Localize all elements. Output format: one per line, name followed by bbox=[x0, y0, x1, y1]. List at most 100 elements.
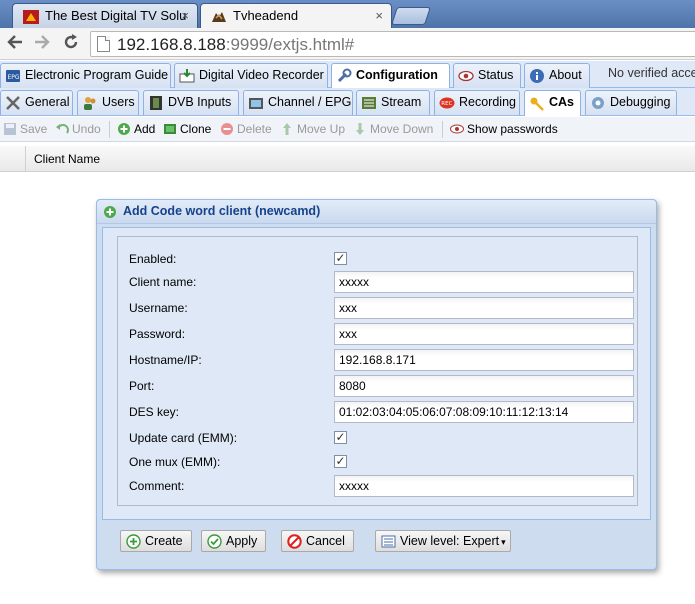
field-hostname: Hostname/IP: 192.168.8.171 bbox=[118, 349, 637, 373]
tab-stream[interactable]: Stream bbox=[356, 90, 430, 115]
field-label: DES key: bbox=[129, 405, 180, 419]
button-label: Create bbox=[145, 534, 183, 548]
button-label: Move Up bbox=[297, 122, 346, 136]
des-key-input[interactable]: 01:02:03:04:05:06:07:08:09:10:11:12:13:1… bbox=[334, 401, 634, 423]
clone-button[interactable]: Clone bbox=[163, 121, 211, 137]
field-label: Username: bbox=[129, 301, 188, 315]
eye-icon bbox=[450, 122, 464, 136]
add-button[interactable]: Add bbox=[117, 121, 155, 137]
tab-about[interactable]: About bbox=[524, 63, 590, 88]
field-label: Password: bbox=[129, 327, 186, 341]
config-subtabs: General Users DVB Inputs Channel / EPG S… bbox=[0, 88, 695, 116]
tv-icon bbox=[248, 95, 264, 111]
button-label: Move Down bbox=[370, 122, 434, 136]
main-tabs: EPG Electronic Program Guide Digital Vid… bbox=[0, 61, 695, 89]
view-level-dropdown[interactable]: View level: Expert ▾ bbox=[375, 530, 511, 552]
button-label: Undo bbox=[72, 122, 101, 136]
create-button[interactable]: Create bbox=[120, 530, 192, 552]
stream-icon bbox=[361, 95, 377, 111]
close-icon[interactable]: × bbox=[181, 5, 189, 27]
tab-recording[interactable]: REC Recording bbox=[434, 90, 520, 115]
enabled-checkbox[interactable]: ✓ bbox=[334, 252, 347, 265]
hostname-input[interactable]: 192.168.8.171 bbox=[334, 349, 634, 371]
update-card-checkbox[interactable]: ✓ bbox=[334, 431, 347, 444]
film-icon bbox=[148, 95, 164, 111]
add-icon bbox=[103, 205, 117, 219]
tab-label: Channel / EPG bbox=[268, 95, 352, 109]
cancel-button[interactable]: Cancel bbox=[281, 530, 354, 552]
field-port: Port: 8080 bbox=[118, 375, 637, 399]
apply-button[interactable]: Apply bbox=[201, 530, 267, 552]
address-bar[interactable]: 192.168.8.188:9999/extjs.html# bbox=[90, 31, 695, 57]
button-label: View level: Expert bbox=[400, 534, 500, 548]
page-icon bbox=[97, 36, 110, 52]
client-name-input[interactable]: xxxxx bbox=[334, 271, 634, 293]
tab-status[interactable]: Status bbox=[453, 63, 521, 88]
close-icon[interactable]: × bbox=[375, 5, 383, 27]
info-icon bbox=[529, 68, 545, 84]
back-icon[interactable] bbox=[4, 33, 26, 55]
chevron-down-icon: ▾ bbox=[501, 537, 506, 547]
add-client-dialog: Add Code word client (newcamd) Enabled: … bbox=[96, 199, 657, 570]
verified-access-text: No verified acce bbox=[608, 66, 695, 80]
wrench-icon bbox=[336, 68, 352, 84]
field-label: One mux (EMM): bbox=[129, 455, 221, 469]
eye-icon bbox=[458, 68, 474, 84]
field-label: Hostname/IP: bbox=[129, 353, 202, 367]
one-mux-checkbox[interactable]: ✓ bbox=[334, 455, 347, 468]
field-label: Update card (EMM): bbox=[129, 431, 238, 445]
users-icon bbox=[82, 95, 98, 111]
tvh-red-icon bbox=[23, 9, 39, 24]
tab-label: Users bbox=[102, 95, 135, 109]
browser-tab-title: Tvheadend bbox=[233, 8, 299, 23]
password-input[interactable]: xxx bbox=[334, 323, 634, 345]
undo-button[interactable]: Undo bbox=[55, 121, 101, 137]
tools-icon bbox=[5, 95, 21, 111]
row-number-header bbox=[0, 146, 26, 172]
tvheadend-icon bbox=[211, 9, 227, 23]
move-up-button[interactable]: Move Up bbox=[280, 121, 345, 137]
field-client-name: Client name: xxxxx bbox=[118, 271, 637, 295]
forward-icon[interactable] bbox=[31, 33, 53, 55]
toolbar-separator bbox=[109, 121, 110, 138]
show-passwords-button[interactable]: Show passwords bbox=[450, 121, 558, 137]
tab-label: Stream bbox=[381, 95, 422, 109]
save-button[interactable]: Save bbox=[3, 121, 47, 137]
tab-label: Recording bbox=[459, 95, 516, 109]
tab-label: Debugging bbox=[610, 95, 671, 109]
tab-debugging[interactable]: Debugging bbox=[585, 90, 677, 115]
tab-epg[interactable]: EPG Electronic Program Guide bbox=[0, 63, 171, 88]
tab-configuration[interactable]: Configuration bbox=[331, 63, 450, 89]
tab-users[interactable]: Users bbox=[77, 90, 139, 115]
username-input[interactable]: xxx bbox=[334, 297, 634, 319]
tab-label: CAs bbox=[549, 95, 575, 109]
field-des-key: DES key: 01:02:03:04:05:06:07:08:09:10:1… bbox=[118, 401, 637, 425]
svg-text:REC: REC bbox=[441, 101, 452, 107]
dialog-title: Add Code word client (newcamd) bbox=[123, 204, 321, 218]
dialog-header[interactable]: Add Code word client (newcamd) bbox=[97, 200, 656, 224]
url-text: 192.168.8.188:9999/extjs.html# bbox=[117, 35, 355, 54]
delete-button[interactable]: Delete bbox=[220, 121, 272, 137]
reload-icon[interactable] bbox=[60, 33, 82, 55]
tab-cas[interactable]: CAs bbox=[524, 90, 581, 116]
column-header-client-name[interactable]: Client Name bbox=[34, 152, 100, 166]
tab-channel-epg[interactable]: Channel / EPG bbox=[243, 90, 353, 115]
browser-tab-digital-tv[interactable]: The Best Digital TV Solu × bbox=[12, 3, 198, 28]
tab-dvb-inputs[interactable]: DVB Inputs bbox=[143, 90, 239, 115]
browser-tab-tvheadend[interactable]: Tvheadend × bbox=[200, 3, 392, 28]
button-label: Cancel bbox=[306, 534, 345, 548]
browser-toolbar: 192.168.8.188:9999/extjs.html# bbox=[0, 28, 695, 60]
comment-input[interactable]: xxxxx bbox=[334, 475, 634, 497]
tab-general[interactable]: General bbox=[0, 90, 73, 115]
field-label: Port: bbox=[129, 379, 155, 393]
rec-icon: REC bbox=[439, 95, 455, 111]
tab-dvr[interactable]: Digital Video Recorder bbox=[174, 63, 328, 88]
grid-header: Client Name bbox=[0, 146, 695, 172]
delete-icon bbox=[220, 122, 234, 136]
button-label: Delete bbox=[237, 122, 272, 136]
new-tab-button[interactable] bbox=[391, 7, 431, 25]
port-input[interactable]: 8080 bbox=[334, 375, 634, 397]
tab-label: Digital Video Recorder bbox=[199, 68, 324, 82]
move-down-button[interactable]: Move Down bbox=[353, 121, 433, 137]
tab-label: Electronic Program Guide bbox=[25, 68, 169, 82]
